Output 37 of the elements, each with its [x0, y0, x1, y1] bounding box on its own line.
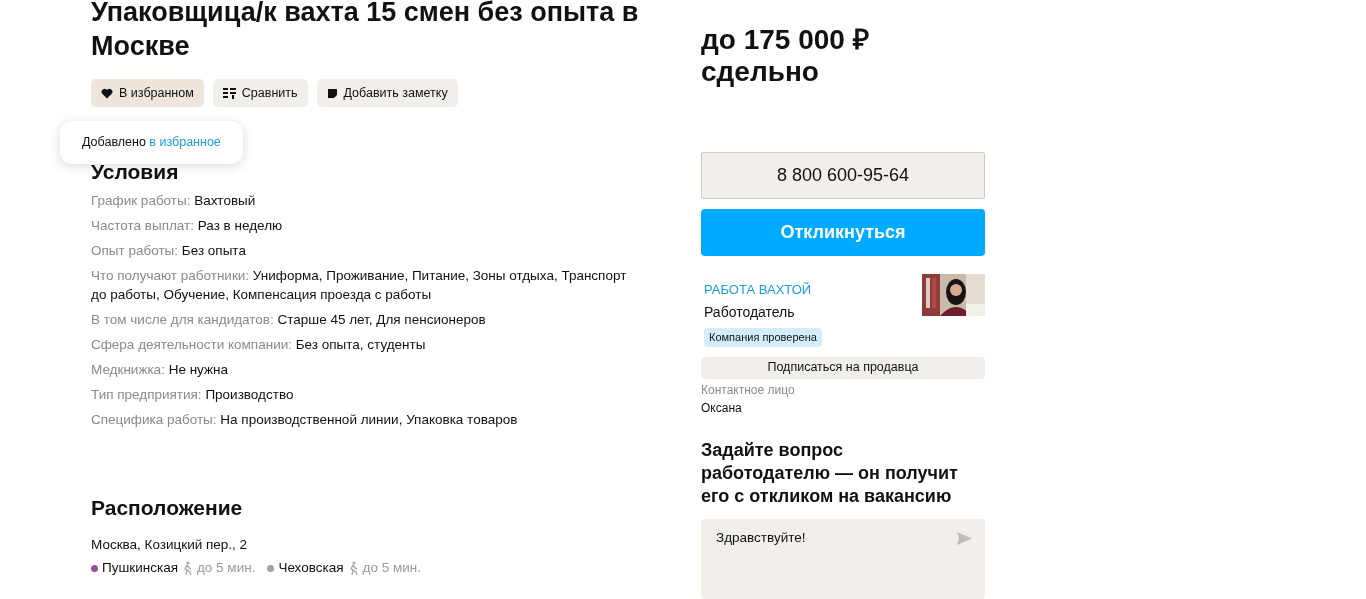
contact-name: Оксана: [701, 400, 743, 417]
condition-row-text: Специфика работы: На производственной линии, Упаковка товаров: [91, 411, 519, 429]
note-icon: [326, 87, 338, 99]
location-heading: Расположение: [91, 495, 244, 521]
phone-button[interactable]: 8 800 600-95-64: [701, 152, 985, 200]
compare-button[interactable]: Сравнить: [212, 79, 308, 107]
send-icon[interactable]: [957, 532, 972, 545]
contact-label: Контактное лицо: [701, 382, 796, 399]
salary-type: сдельно: [701, 56, 820, 88]
condition-row-text: Опыт работы: Без опыта: [91, 242, 247, 260]
address: Москва, Козицкий пер., 2: [91, 536, 249, 554]
station-name: Чеховская: [278, 559, 344, 578]
list-icon: [222, 87, 236, 99]
add-note-button[interactable]: Добавить заметку: [316, 79, 458, 107]
salary-amount: до 175 000 ₽: [701, 24, 870, 56]
question-field[interactable]: Здравствуйте!: [701, 519, 985, 599]
job-title: Упаковщица/к вахта 15 смен без опыта в Москве: [91, 0, 640, 63]
walk-time: до 5 мин.: [196, 559, 256, 578]
walk-time: до 5 мин.: [362, 559, 421, 578]
walking-icon: [347, 561, 359, 576]
condition-row-text: Медкнижка: Не нужна: [91, 361, 229, 379]
condition-row-text: Что получают работники: Униформа, Проживание, Питание, Зоны отдыха, Транспорт до работы, Обучение, Компенсация проезда с работы: [91, 267, 628, 304]
heart-icon: [101, 87, 113, 99]
verified-badge: Компания проверена: [704, 328, 822, 347]
condition-row-text: Частота выплат: Раз в неделю: [91, 217, 284, 235]
condition-row-text: График работы: Вахтовый: [91, 192, 257, 210]
conditions-heading: Условия: [91, 159, 180, 185]
condition-row-text: Тип предприятия: Производство: [91, 386, 295, 404]
walking-icon: [181, 561, 193, 576]
station-name: Пушкинская: [102, 559, 178, 578]
question-heading: Задайте вопрос работодателю — он получит его с откликом на вакансию: [701, 439, 959, 508]
condition-row-text: В том числе для кандидатов: Старше 45 лет, Для пенсионеров: [91, 311, 487, 329]
employer-role: Работодатель: [704, 303, 795, 323]
tooltip-text: Добавлено: [82, 135, 147, 149]
favorite-button[interactable]: В избранном: [91, 79, 204, 107]
subscribe-button[interactable]: Подписаться на продавца: [701, 356, 985, 379]
condition-row-text: Сфера деятельности компании: Без опыта, студенты: [91, 336, 427, 354]
